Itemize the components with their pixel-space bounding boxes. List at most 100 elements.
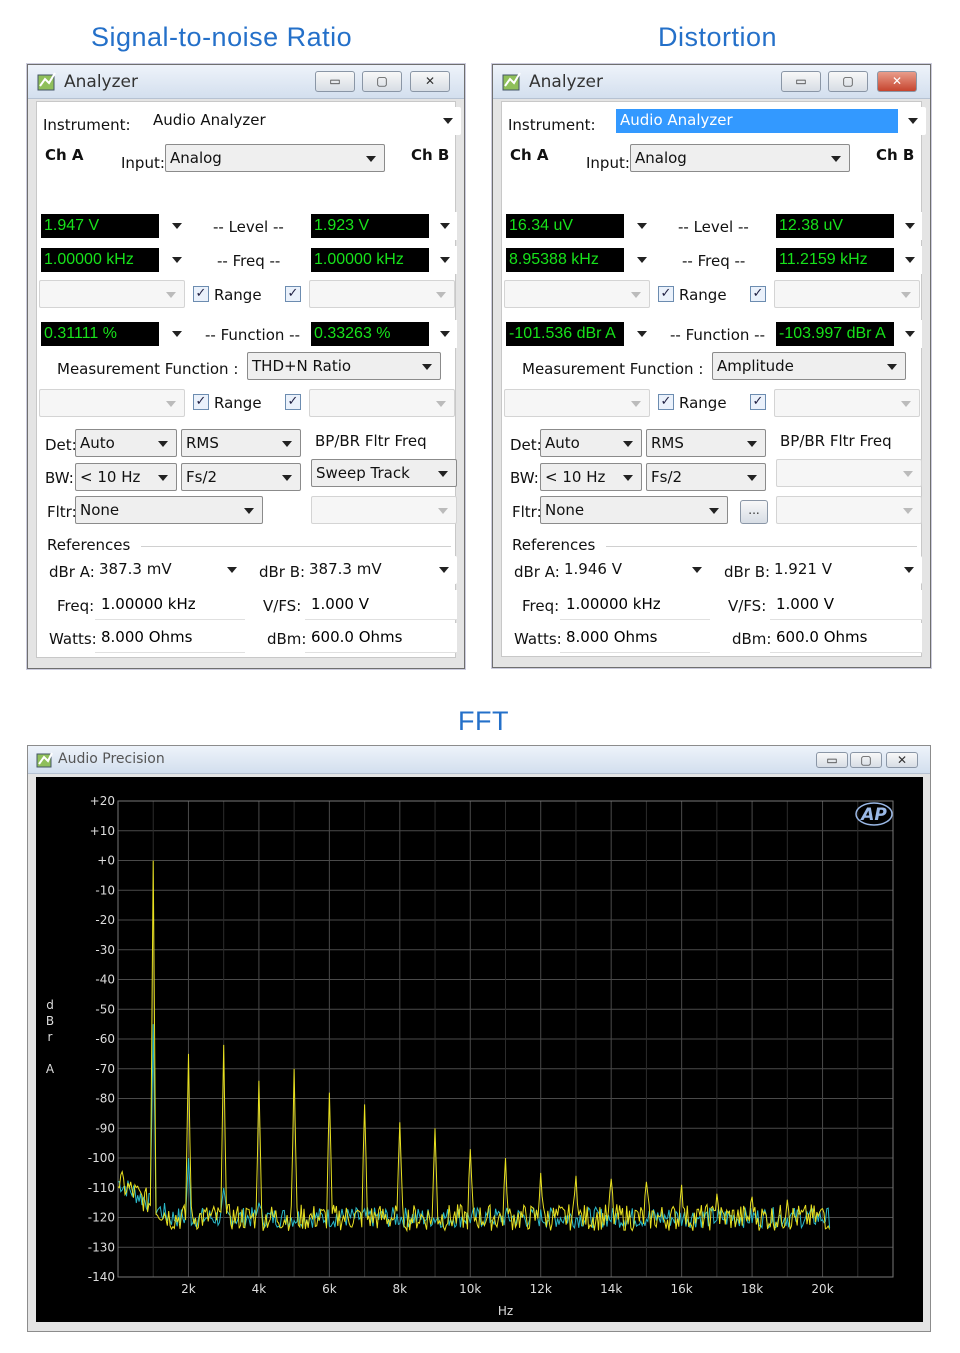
range2-checkbox-b[interactable]: ✓ bbox=[750, 394, 766, 410]
watts-label: Watts: bbox=[514, 630, 562, 648]
freq-label: -- Freq -- bbox=[217, 252, 281, 270]
level-label: -- Level -- bbox=[213, 218, 284, 236]
dbr-b-field[interactable]: 1.921 V bbox=[770, 556, 922, 584]
watts-field[interactable]: 8.000 Ohms bbox=[95, 623, 245, 653]
range2-checkbox-a[interactable]: ✓ bbox=[658, 394, 674, 410]
dbr-b-field[interactable]: 387.3 mV bbox=[305, 556, 457, 584]
ap-logo: AP bbox=[859, 805, 887, 825]
minimize-button[interactable]: ▭ bbox=[315, 71, 355, 92]
close-button[interactable]: ✕ bbox=[877, 71, 917, 92]
bp-br-filter-label: BP/BR Fltr Freq bbox=[780, 432, 892, 450]
filter-b-select bbox=[311, 496, 457, 524]
references-divider bbox=[606, 546, 917, 547]
input-label: Input: bbox=[586, 154, 630, 172]
function-a-readout[interactable]: -101.536 dBr A bbox=[504, 320, 654, 348]
y-tick-label: -30 bbox=[95, 943, 115, 957]
minimize-button[interactable]: ▭ bbox=[781, 71, 821, 92]
instrument-select[interactable]: Audio Analyzer bbox=[614, 107, 926, 135]
function-b-readout[interactable]: 0.33263 % bbox=[309, 320, 457, 348]
level-a-readout[interactable]: 1.947 V bbox=[39, 212, 189, 240]
input-select[interactable]: Analog bbox=[165, 144, 385, 172]
titlebar: Analyzer ▭ ▢ ✕ bbox=[28, 65, 464, 99]
function-a-readout[interactable]: 0.31111 % bbox=[39, 320, 189, 348]
range-checkbox-a[interactable]: ✓ bbox=[193, 286, 209, 302]
y-tick-label: -70 bbox=[95, 1062, 115, 1076]
measurement-function-select[interactable]: Amplitude bbox=[712, 352, 906, 380]
maximize-button[interactable]: ▢ bbox=[828, 71, 868, 92]
freq-b-readout[interactable]: 11.2159 kHz bbox=[774, 246, 922, 274]
dbm-field[interactable]: 600.0 Ohms bbox=[770, 623, 922, 653]
range2-checkbox-a[interactable]: ✓ bbox=[193, 394, 209, 410]
freq-ref-field[interactable]: 1.00000 kHz bbox=[95, 590, 245, 620]
minimize-button[interactable]: ▭ bbox=[816, 752, 848, 768]
watts-label: Watts: bbox=[49, 630, 97, 648]
level-b-readout[interactable]: 12.38 uV bbox=[774, 212, 922, 240]
filter-label: Fltr: bbox=[512, 503, 542, 521]
close-button[interactable]: ✕ bbox=[410, 71, 450, 92]
measurement-function-label: Measurement Function : bbox=[522, 360, 704, 378]
freq-ref-field[interactable]: 1.00000 kHz bbox=[560, 590, 710, 620]
channel-b-label: Ch B bbox=[411, 146, 450, 164]
maximize-button[interactable]: ▢ bbox=[362, 71, 402, 92]
fs-select[interactable]: Fs/2 bbox=[646, 463, 766, 491]
x-tick-label: 6k bbox=[322, 1282, 337, 1296]
filter-select[interactable]: None bbox=[540, 496, 728, 524]
det-select[interactable]: Auto bbox=[540, 429, 642, 457]
x-tick-label: 12k bbox=[530, 1282, 552, 1296]
freq-a-readout[interactable]: 1.00000 kHz bbox=[39, 246, 189, 274]
channel-b-label: Ch B bbox=[876, 146, 915, 164]
dbm-field[interactable]: 600.0 Ohms bbox=[305, 623, 457, 653]
bw-select[interactable]: < 10 Hz bbox=[540, 463, 642, 491]
x-tick-label: 2k bbox=[181, 1282, 196, 1296]
function-b-readout[interactable]: -103.997 dBr A bbox=[774, 320, 922, 348]
y-axis-label-char: A bbox=[46, 1062, 55, 1076]
close-button[interactable]: ✕ bbox=[886, 752, 918, 768]
references-label: References bbox=[512, 536, 596, 554]
dbm-label: dBm: bbox=[732, 630, 772, 648]
instrument-label: Instrument: bbox=[43, 116, 131, 134]
dbr-a-field[interactable]: 387.3 mV bbox=[95, 556, 245, 584]
range-checkbox-b[interactable]: ✓ bbox=[285, 286, 301, 302]
instrument-select[interactable]: Audio Analyzer bbox=[149, 107, 461, 135]
fft-window: Audio Precision ▭ ▢ ✕ +20 +10 +0 -10 -20 -30 -… bbox=[27, 745, 931, 1332]
sweep-track-select[interactable]: Sweep Track bbox=[311, 459, 457, 487]
function-label: -- Function -- bbox=[205, 326, 300, 344]
range-a-select bbox=[39, 280, 185, 308]
det-select[interactable]: Auto bbox=[75, 429, 177, 457]
filter-label: Fltr: bbox=[47, 503, 77, 521]
bw-select[interactable]: < 10 Hz bbox=[75, 463, 177, 491]
rms-select[interactable]: RMS bbox=[181, 429, 301, 457]
maximize-button[interactable]: ▢ bbox=[850, 752, 882, 768]
range2-checkbox-b[interactable]: ✓ bbox=[285, 394, 301, 410]
vfs-field[interactable]: 1.000 V bbox=[770, 590, 922, 620]
channel-a-label: Ch A bbox=[510, 146, 549, 164]
freq-a-readout[interactable]: 8.95388 kHz bbox=[504, 246, 654, 274]
freq-b-readout[interactable]: 1.00000 kHz bbox=[309, 246, 457, 274]
filter-select[interactable]: None bbox=[75, 496, 263, 524]
vfs-field[interactable]: 1.000 V bbox=[305, 590, 457, 620]
range-checkbox-b[interactable]: ✓ bbox=[750, 286, 766, 302]
sweep-track-select[interactable] bbox=[776, 459, 922, 487]
range-checkbox-a[interactable]: ✓ bbox=[658, 286, 674, 302]
bw-label: BW: bbox=[510, 469, 539, 487]
fs-select[interactable]: Fs/2 bbox=[181, 463, 301, 491]
range2-a-select bbox=[504, 389, 650, 417]
window-title: Analyzer bbox=[529, 72, 603, 92]
dbm-label: dBm: bbox=[267, 630, 307, 648]
measurement-function-select[interactable]: THD+N Ratio bbox=[247, 352, 441, 380]
rms-select[interactable]: RMS bbox=[646, 429, 766, 457]
app-icon bbox=[502, 72, 521, 91]
y-tick-label: -20 bbox=[95, 913, 115, 927]
dbr-a-field[interactable]: 1.946 V bbox=[560, 556, 710, 584]
range-b-select bbox=[309, 280, 455, 308]
watts-field[interactable]: 8.000 Ohms bbox=[560, 623, 710, 653]
dbr-b-label: dBr B: bbox=[259, 563, 306, 581]
dbr-a-label: dBr A: bbox=[514, 563, 560, 581]
x-tick-label: 8k bbox=[393, 1282, 408, 1296]
filter-options-button[interactable]: ... bbox=[740, 500, 768, 524]
level-b-readout[interactable]: 1.923 V bbox=[309, 212, 457, 240]
y-tick-label: +20 bbox=[90, 794, 115, 808]
input-select[interactable]: Analog bbox=[630, 144, 850, 172]
level-a-readout[interactable]: 16.34 uV bbox=[504, 212, 654, 240]
det-label: Det: bbox=[45, 436, 77, 454]
